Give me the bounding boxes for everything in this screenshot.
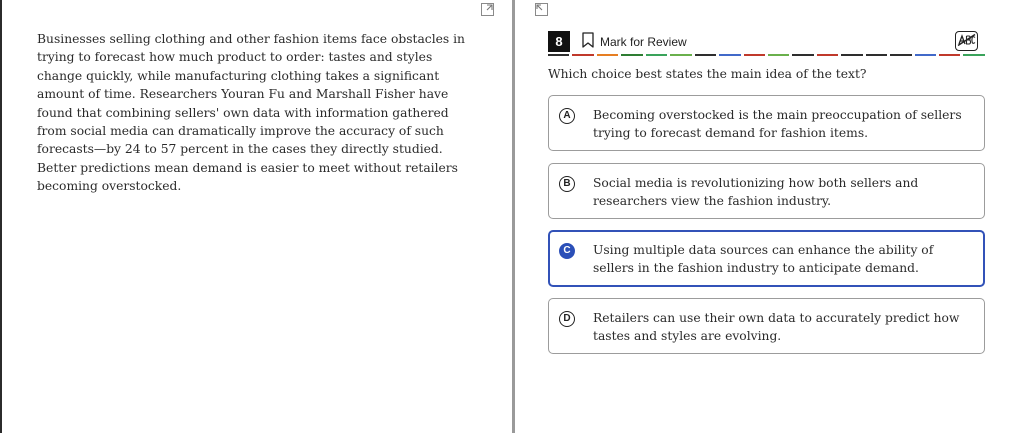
choice-b[interactable]: B Social media is revolutionizing how bo… (548, 163, 985, 219)
mark-for-review-button[interactable]: Mark for Review (582, 32, 687, 52)
expand-passage-icon[interactable] (481, 3, 494, 16)
progress-dash (816, 54, 839, 56)
question-text: Which choice best states the main idea o… (548, 67, 867, 81)
progress-dash (939, 54, 961, 56)
expand-question-icon[interactable] (535, 3, 548, 16)
strikethrough-abc-button[interactable] (955, 31, 978, 51)
bookmark-icon (582, 32, 594, 52)
pane-divider[interactable] (512, 0, 515, 433)
progress-dash (572, 54, 594, 56)
progress-dash (890, 54, 912, 56)
strikethrough-abc-icon (957, 32, 976, 51)
progress-dash (548, 54, 570, 56)
choice-c[interactable]: C Using multiple data sources can enhanc… (548, 230, 985, 287)
progress-dash (914, 54, 936, 56)
choice-text: Becoming overstocked is the main preoccu… (593, 108, 962, 141)
progress-dash (621, 54, 643, 56)
progress-dashes (548, 54, 985, 56)
choice-letter: B (559, 176, 575, 192)
question-number: 8 (548, 31, 570, 52)
progress-dash (596, 54, 619, 56)
left-border (0, 0, 2, 433)
choice-letter: C (559, 243, 575, 259)
choice-text: Social media is revolutionizing how both… (593, 176, 919, 209)
progress-dash (767, 54, 790, 56)
choice-a[interactable]: A Becoming overstocked is the main preoc… (548, 95, 985, 151)
progress-dash (963, 54, 985, 56)
progress-dash (841, 54, 863, 56)
progress-dash (743, 54, 765, 56)
choice-letter: D (559, 311, 575, 327)
progress-dash (865, 54, 888, 56)
progress-dash (792, 54, 814, 56)
progress-dash (719, 54, 741, 56)
progress-dash (670, 54, 692, 56)
passage-text: Businesses selling clothing and other fa… (37, 32, 465, 194)
progress-dash (694, 54, 717, 56)
mark-for-review-label: Mark for Review (600, 35, 687, 49)
choice-letter: A (559, 108, 575, 124)
choice-text: Retailers can use their own data to accu… (593, 311, 960, 344)
progress-dash (645, 54, 668, 56)
choice-d[interactable]: D Retailers can use their own data to ac… (548, 298, 985, 354)
choice-text: Using multiple data sources can enhance … (593, 243, 934, 276)
